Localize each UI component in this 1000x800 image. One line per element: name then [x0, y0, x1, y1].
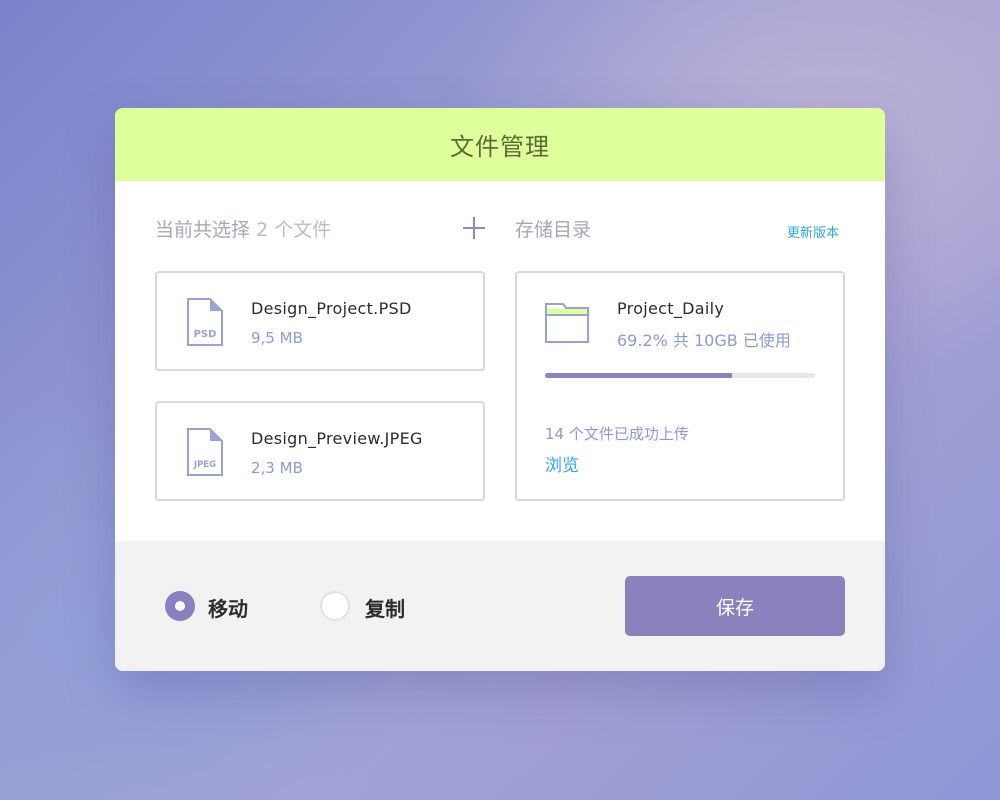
- copy-radio[interactable]: [320, 591, 350, 621]
- storage-usage-text: 69.2% 共 10GB 已使用: [617, 331, 791, 350]
- file-size: 2,3 MB: [251, 459, 303, 477]
- browse-link[interactable]: 浏览: [545, 451, 579, 476]
- save-button[interactable]: 保存: [625, 576, 845, 636]
- selection-prefix: 当前共选择: [155, 219, 251, 241]
- storage-card: Project_Daily 69.2% 共 10GB 已使用 14 个文件已成功…: [515, 271, 845, 501]
- storage-progress-bar: [545, 373, 815, 378]
- dialog-footer: 移动 复制 保存: [115, 541, 885, 671]
- file-manager-dialog: 文件管理 当前共选择 2 个文件 存储目录 更新版本 PSD Design_Pr…: [115, 108, 885, 671]
- storage-progress-fill: [545, 373, 732, 378]
- file-card[interactable]: PSD Design_Project.PSD 9,5 MB: [155, 271, 485, 371]
- upload-status: 14 个文件已成功上传: [545, 425, 689, 443]
- file-size: 9,5 MB: [251, 329, 303, 347]
- move-radio[interactable]: [165, 591, 195, 621]
- selection-count: 2 个文件: [256, 219, 332, 241]
- file-name: Design_Preview.JPEG: [251, 429, 423, 448]
- file-name: Design_Project.PSD: [251, 299, 412, 318]
- storage-label: 存储目录: [515, 219, 592, 241]
- plus-icon[interactable]: [462, 216, 486, 240]
- jpeg-file-icon: JPEG: [187, 428, 223, 476]
- update-version-link[interactable]: 更新版本: [787, 222, 839, 241]
- folder-icon: [545, 303, 589, 343]
- folder-name: Project_Daily: [617, 299, 725, 318]
- file-type-label: JPEG: [193, 460, 216, 470]
- selection-summary: 当前共选择 2 个文件: [155, 215, 331, 242]
- copy-radio-label[interactable]: 复制: [365, 593, 405, 622]
- file-card[interactable]: JPEG Design_Preview.JPEG 2,3 MB: [155, 401, 485, 501]
- dialog-header: 文件管理: [115, 108, 885, 181]
- psd-file-icon: PSD: [187, 298, 223, 346]
- file-type-label: PSD: [194, 329, 217, 340]
- move-radio-label[interactable]: 移动: [208, 593, 248, 622]
- dialog-title: 文件管理: [450, 133, 550, 161]
